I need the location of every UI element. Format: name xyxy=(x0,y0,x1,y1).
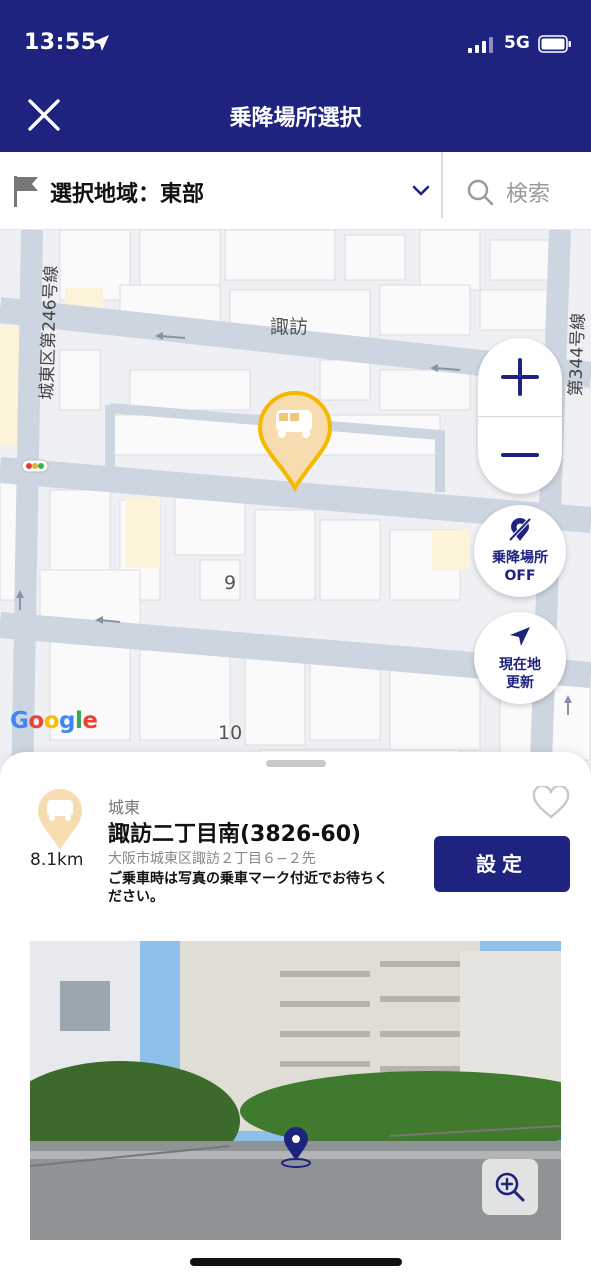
photo-zoom-button[interactable] xyxy=(482,1159,538,1215)
location-services-icon xyxy=(93,35,109,51)
stop-address: 大阪市城東区諏訪２丁目６−２先 xyxy=(108,851,316,867)
boarding-note: ご乗車時は写真の乗車マーク付近でお待ちください。 xyxy=(108,871,388,905)
sheet-grabber[interactable] xyxy=(266,760,326,767)
area-select-label[interactable]: 選択地域：東部 xyxy=(50,176,204,208)
stops-toggle-state: OFF xyxy=(504,568,536,584)
cellular-signal-icon xyxy=(468,37,493,53)
header: 13:55 5G 乗降場所選択 xyxy=(0,0,591,152)
plus-icon[interactable] xyxy=(478,338,562,416)
set-button[interactable]: 設定 xyxy=(434,836,570,892)
hide-stops-icon xyxy=(508,517,532,542)
home-indicator[interactable] xyxy=(190,1258,402,1266)
map-view[interactable]: 諏訪 城東区第246号線 第344号線 9 10 Google 乗降場所 OFF… xyxy=(0,230,591,790)
area-selector-bar: 選択地域：東部 検索 xyxy=(0,152,591,230)
search-label: 検索 xyxy=(506,182,551,207)
bus-stop-marker-icon[interactable] xyxy=(256,388,334,492)
heart-icon[interactable] xyxy=(532,786,570,820)
search-icon xyxy=(467,179,494,206)
stops-toggle-label: 乗降場所 xyxy=(492,550,548,566)
divider xyxy=(441,152,443,218)
map-label-road-right: 第344号線 xyxy=(566,312,589,397)
refresh-location-button[interactable]: 現在地 更新 xyxy=(474,612,566,704)
map-label-district: 諏訪 xyxy=(270,316,309,338)
stops-toggle-button[interactable]: 乗降場所 OFF xyxy=(474,505,566,597)
refresh-location-label: 現在地 xyxy=(499,657,541,673)
bus-stop-icon xyxy=(38,789,82,850)
stop-photo xyxy=(30,941,561,1240)
zoom-control xyxy=(478,338,562,494)
status-time: 13:55 xyxy=(24,30,97,55)
stop-name: 諏訪二丁目南(3826-60) xyxy=(108,822,362,847)
chevron-down-icon[interactable] xyxy=(412,185,430,197)
zoom-in-icon xyxy=(495,1172,525,1202)
google-logo: Google xyxy=(10,708,98,734)
map-label-block-9: 9 xyxy=(224,572,237,594)
map-label-block-10: 10 xyxy=(218,722,243,744)
search-button[interactable]: 検索 xyxy=(466,174,576,210)
flag-icon xyxy=(14,176,38,207)
distance: 8.1km xyxy=(30,850,84,870)
navigation-arrow-icon xyxy=(510,627,530,646)
network-type: 5G xyxy=(504,33,530,53)
stop-region: 城東 xyxy=(108,798,141,817)
refresh-location-label-2: 更新 xyxy=(506,675,534,691)
stop-selection-screen: 13:55 5G 乗降場所選択 選択地域：東部 検索 諏訪 城東区第246号線 … xyxy=(0,0,591,1280)
battery-icon xyxy=(538,35,571,53)
page-title: 乗降場所選択 xyxy=(229,106,362,131)
minus-icon[interactable] xyxy=(478,416,562,494)
map-label-road-left: 城東区第246号線 xyxy=(37,265,62,401)
